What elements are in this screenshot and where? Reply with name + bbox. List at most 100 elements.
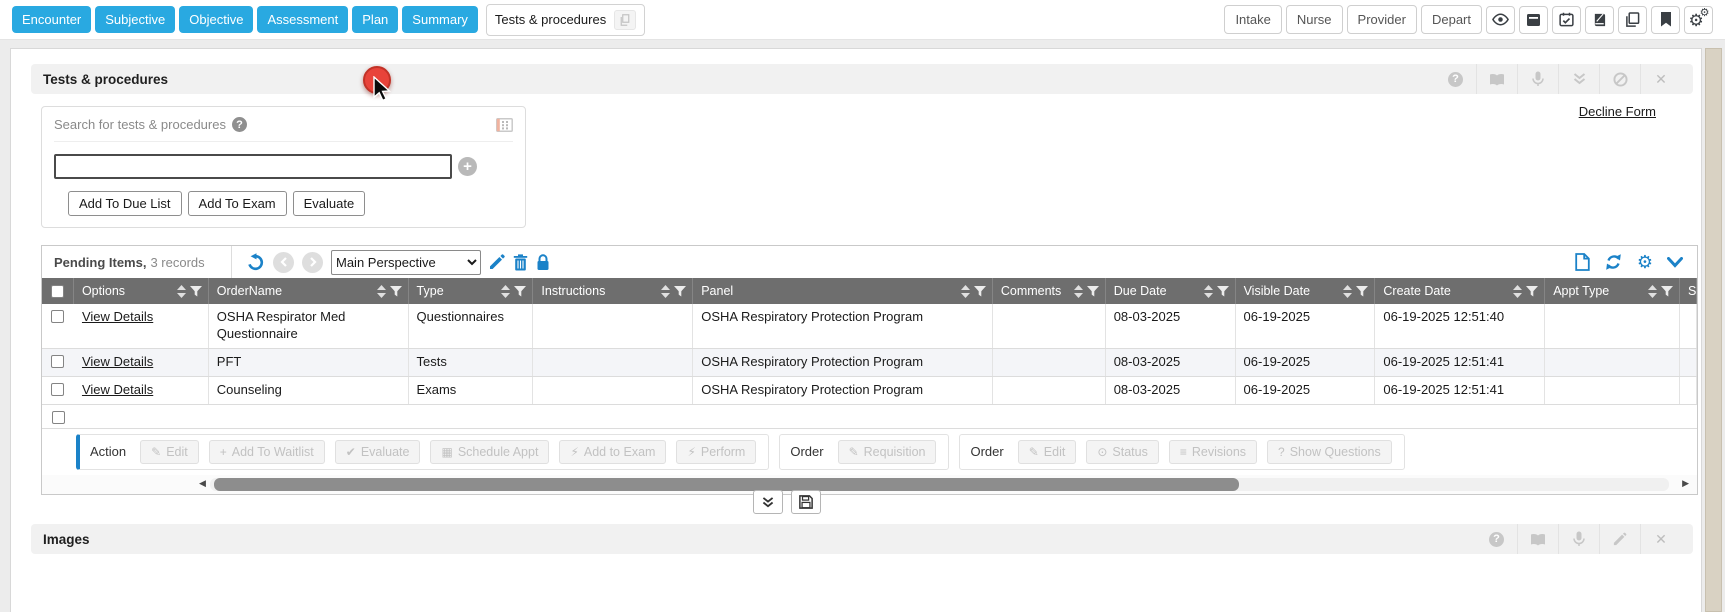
depart-button[interactable]: Depart <box>1421 5 1482 34</box>
view-details-link[interactable]: View Details <box>82 382 153 397</box>
bookmark-icon[interactable] <box>1651 6 1680 34</box>
edit-pencil-icon[interactable] <box>1599 524 1640 554</box>
show-questions-button[interactable]: ?Show Questions <box>1267 440 1392 464</box>
column-header-create-date[interactable]: Create Date <box>1375 278 1545 304</box>
add-to-waitlist-button[interactable]: +Add To Waitlist <box>209 440 325 464</box>
column-header-panel[interactable]: Panel <box>693 278 993 304</box>
sort-filter-icons[interactable] <box>501 285 526 298</box>
trash-icon[interactable] <box>513 254 528 271</box>
microphone-icon[interactable] <box>1517 64 1558 94</box>
column-header-visible-date[interactable]: Visible Date <box>1236 278 1376 304</box>
tab-encounter[interactable]: Encounter <box>12 6 91 33</box>
collapse-down-icon[interactable] <box>753 490 783 514</box>
column-header-options[interactable]: Options <box>74 278 209 304</box>
list-view-icon[interactable] <box>496 118 513 132</box>
lock-icon[interactable] <box>536 254 550 271</box>
sort-filter-icons[interactable] <box>177 285 202 298</box>
nurse-button[interactable]: Nurse <box>1286 5 1343 34</box>
edit-button[interactable]: ✎Edit <box>1018 440 1077 464</box>
close-icon[interactable]: ✕ <box>1640 524 1681 554</box>
column-header-appt-type[interactable]: Appt Type <box>1545 278 1680 304</box>
page-scrollbar[interactable] <box>1705 48 1722 612</box>
evaluate-button[interactable]: Evaluate <box>293 191 366 216</box>
next-icon[interactable] <box>302 252 323 273</box>
column-header-due-date[interactable]: Due Date <box>1106 278 1236 304</box>
evaluate-button[interactable]: ✔Evaluate <box>335 440 421 464</box>
refresh-icon[interactable] <box>1604 253 1623 271</box>
sort-filter-icons[interactable] <box>961 285 986 298</box>
add-to-exam-button[interactable]: ⚡Add to Exam <box>559 440 666 464</box>
sort-filter-icons[interactable] <box>1696 285 1697 298</box>
perform-button[interactable]: ⚡Perform <box>676 440 756 464</box>
edit-pencil-icon[interactable] <box>489 254 505 270</box>
action-group-label: Action <box>90 444 126 459</box>
gear-icon[interactable]: ⚙ <box>1637 253 1653 271</box>
help-icon[interactable]: ? <box>232 117 247 132</box>
scroll-left-arrow[interactable]: ◀ <box>199 478 206 489</box>
tab-plan[interactable]: Plan <box>352 6 398 33</box>
calendar-check-icon[interactable] <box>1552 6 1581 34</box>
tab-objective[interactable]: Objective <box>179 6 253 33</box>
add-to-exam-button[interactable]: Add To Exam <box>188 191 287 216</box>
book-icon[interactable] <box>1476 64 1517 94</box>
book-icon[interactable] <box>1585 6 1614 34</box>
column-header-type[interactable]: Type <box>409 278 534 304</box>
images-section-header: Images ? ✕ <box>31 524 1693 554</box>
select-all-checkbox[interactable] <box>51 285 64 298</box>
search-input[interactable] <box>54 154 452 179</box>
settings-gears-icon[interactable]: ⚙ ⚙ <box>1684 6 1713 34</box>
tab-assessment[interactable]: Assessment <box>257 6 348 33</box>
status-icon: ⊙ <box>1097 446 1107 458</box>
close-icon[interactable]: ✕ <box>1640 64 1681 94</box>
revisions-button[interactable]: ≡Revisions <box>1169 440 1257 464</box>
intake-button[interactable]: Intake <box>1224 5 1281 34</box>
status-button[interactable]: ⊙Status <box>1086 440 1159 464</box>
edit-icon: ✎ <box>1029 446 1039 458</box>
scroll-right-arrow[interactable]: ▶ <box>1682 478 1689 489</box>
help-icon[interactable]: ? <box>1476 524 1517 554</box>
book-icon[interactable] <box>1517 524 1558 554</box>
tab-tests-procedures-active[interactable]: Tests & procedures <box>486 4 645 36</box>
eye-icon[interactable] <box>1486 6 1515 34</box>
perspective-select[interactable]: Main Perspective <box>331 250 481 275</box>
tab-summary[interactable]: Summary <box>402 6 478 33</box>
sort-filter-icons[interactable] <box>1648 285 1673 298</box>
row-checkbox[interactable] <box>51 355 64 368</box>
row-checkbox[interactable] <box>51 383 64 396</box>
collapse-icon[interactable] <box>1558 64 1599 94</box>
archive-icon[interactable] <box>1519 6 1548 34</box>
sort-filter-icons[interactable] <box>1074 285 1099 298</box>
chevron-down-icon[interactable] <box>1667 257 1683 268</box>
new-document-icon[interactable] <box>1575 253 1590 271</box>
save-disk-icon[interactable] <box>791 490 821 514</box>
requisition-button[interactable]: ✎Requisition <box>838 440 937 464</box>
column-header-s[interactable]: S <box>1680 278 1697 304</box>
decline-form-link[interactable]: Decline Form <box>1579 104 1656 119</box>
copy-icon[interactable] <box>614 10 636 30</box>
sort-filter-icons[interactable] <box>377 285 402 298</box>
provider-button[interactable]: Provider <box>1347 5 1417 34</box>
row-checkbox[interactable] <box>52 411 65 424</box>
copy-icon[interactable] <box>1618 6 1647 34</box>
plus-icon[interactable]: + <box>458 157 477 176</box>
block-icon[interactable] <box>1599 64 1640 94</box>
sort-filter-icons[interactable] <box>661 285 686 298</box>
column-header-instructions[interactable]: Instructions <box>533 278 693 304</box>
microphone-icon[interactable] <box>1558 524 1599 554</box>
schedule-appt-button[interactable]: ▦Schedule Appt <box>430 440 549 464</box>
view-details-link[interactable]: View Details <box>82 309 153 324</box>
sort-filter-icons[interactable] <box>1343 285 1368 298</box>
add-to-due-list-button[interactable]: Add To Due List <box>68 191 182 216</box>
undo-icon[interactable] <box>246 253 265 271</box>
sort-filter-icons[interactable] <box>1204 285 1229 298</box>
sort-filter-icons[interactable] <box>1513 285 1538 298</box>
help-icon[interactable]: ? <box>1435 64 1476 94</box>
column-header-comments[interactable]: Comments <box>993 278 1106 304</box>
column-header-ordername[interactable]: OrderName <box>209 278 409 304</box>
row-checkbox[interactable] <box>51 310 64 323</box>
scrollbar-thumb[interactable] <box>214 478 1239 491</box>
view-details-link[interactable]: View Details <box>82 354 153 369</box>
prev-icon[interactable] <box>273 252 294 273</box>
tab-subjective[interactable]: Subjective <box>95 6 175 33</box>
edit-button[interactable]: ✎Edit <box>140 440 199 464</box>
